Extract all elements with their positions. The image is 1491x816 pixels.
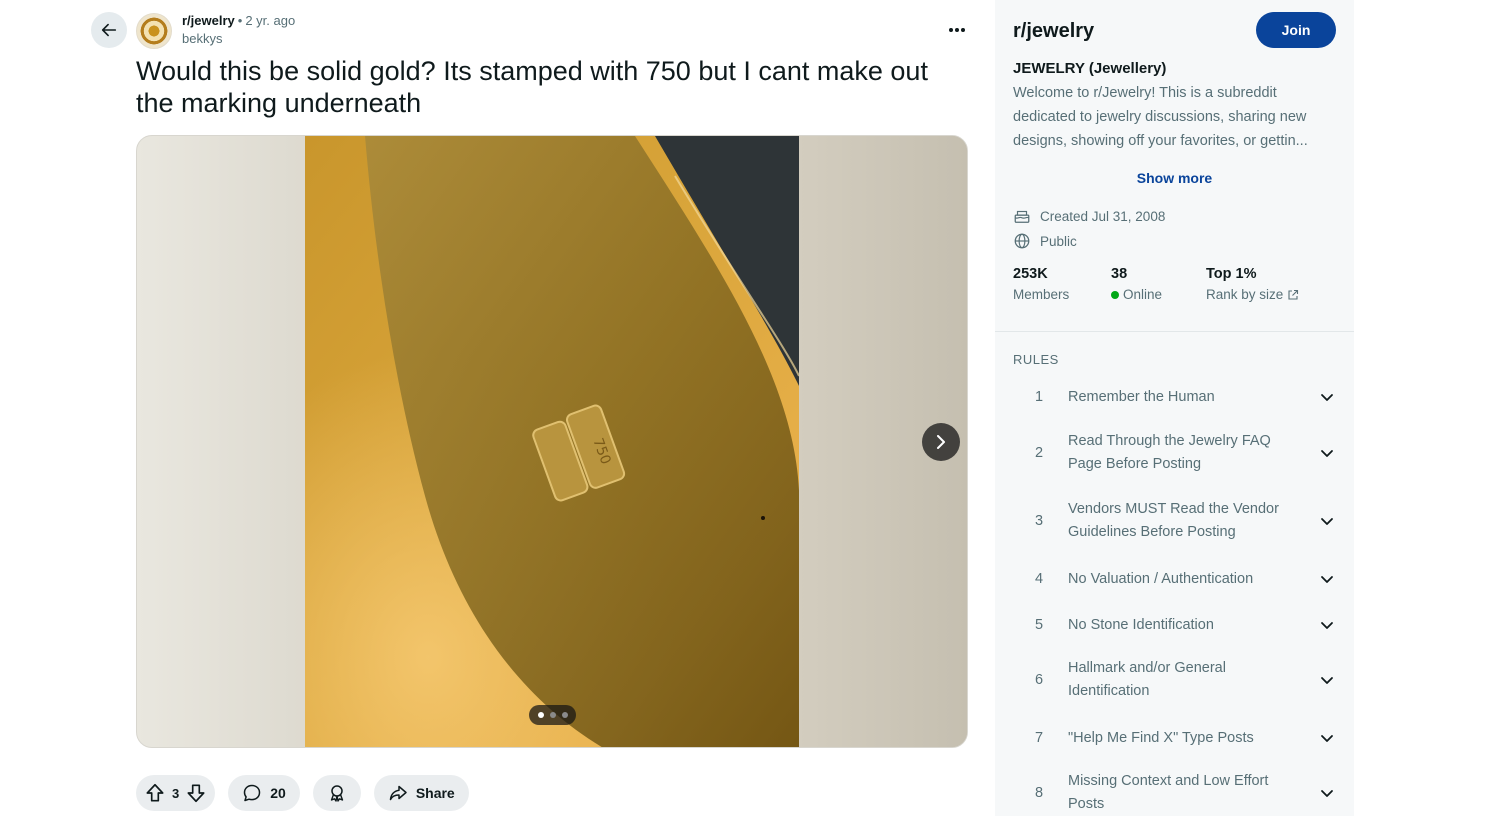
chevron-down-icon[interactable] [1317, 387, 1337, 407]
stat-online: 38 Online [1111, 265, 1206, 302]
more-options-button[interactable] [940, 16, 974, 44]
post-page: r/jewelry • 2 yr. ago bekkys Would this be… [0, 0, 1491, 816]
online-status-dot [1111, 290, 1119, 299]
gallery-dot[interactable] [561, 712, 568, 718]
more-horizontal-icon [949, 28, 965, 32]
subreddit-link[interactable]: r/jewelry [182, 13, 235, 28]
post-age: 2 yr. ago [245, 13, 296, 28]
rule-title: Read Through the Jewelry FAQ Page Before… [1068, 433, 1271, 472]
subreddit-avatar[interactable] [136, 13, 172, 49]
cake-icon [1014, 210, 1030, 223]
rules-heading: RULES [1013, 352, 1059, 367]
created-row: Created Jul 31, 2008 [1013, 207, 1165, 225]
chevron-down-icon[interactable] [1317, 569, 1337, 589]
show-more-button[interactable]: Show more [995, 170, 1354, 186]
chevron-right-icon [937, 435, 945, 449]
gallery-pagination-dots [529, 705, 576, 725]
created-date: Created Jul 31, 2008 [1040, 208, 1166, 224]
share-icon [389, 785, 407, 801]
post-action-bar: 3 20 Share [136, 775, 469, 811]
online-label-row: Online [1111, 287, 1206, 302]
stat-rank[interactable]: Top 1% Rank by size [1206, 265, 1299, 302]
members-label: Members [1013, 287, 1070, 302]
back-button[interactable] [91, 12, 127, 48]
sidebar-description: Welcome to r/Jewelry! This is a subreddi… [1013, 85, 1308, 149]
rank-value: Top 1% [1206, 266, 1257, 282]
chevron-down-icon[interactable] [1317, 670, 1337, 690]
gallery-dot-active[interactable] [537, 712, 544, 718]
community-sidebar: r/jewelry Join JEWELRY (Jewellery) Welco… [995, 0, 1354, 816]
globe-icon [1014, 233, 1030, 249]
rule-number: 5 [1035, 617, 1044, 633]
arrow-left-icon [101, 23, 117, 37]
rule-item[interactable]: 3 Vendors MUST Read the Vendor Guidelines… [1013, 498, 1337, 544]
external-link-icon [1288, 289, 1299, 300]
comments-button[interactable]: 20 [228, 775, 300, 811]
share-button[interactable]: Share [373, 775, 469, 811]
author-link[interactable]: bekkys [182, 31, 295, 47]
stat-members: 253K Members [1013, 265, 1111, 302]
rule-item[interactable]: 6 Hallmark and/or General Identification [1013, 657, 1337, 703]
rule-number: 8 [1035, 785, 1044, 801]
vote-count: 3 [172, 785, 180, 801]
rule-title: Remember the Human [1068, 388, 1215, 405]
award-button[interactable] [312, 775, 361, 811]
rank-label-row: Rank by size [1206, 287, 1299, 302]
chevron-down-icon[interactable] [1317, 443, 1337, 463]
comment-icon [243, 784, 261, 802]
rule-title: No Valuation / Authentication [1068, 570, 1254, 587]
sidebar-divider [995, 331, 1354, 332]
image-gallery[interactable]: 750 [136, 135, 968, 748]
rule-number: 7 [1035, 730, 1044, 746]
rank-label: Rank by size [1206, 287, 1284, 302]
visibility-row: Public [1013, 232, 1077, 250]
downvote-icon[interactable] [185, 782, 207, 804]
meta-separator: • [237, 13, 243, 28]
rule-title: Hallmark and/or General Identification [1068, 660, 1226, 699]
gallery-image[interactable]: 750 [305, 136, 799, 747]
post-meta: r/jewelry • 2 yr. ago bekkys [182, 13, 295, 47]
next-image-button[interactable] [922, 423, 960, 461]
rule-title: Missing Context and Low Effort Posts [1068, 773, 1269, 812]
rule-item[interactable]: 7 "Help Me Find X" Type Posts [1013, 725, 1337, 751]
sidebar-heading: JEWELRY (Jewellery) [1013, 60, 1167, 77]
gallery-dot[interactable] [549, 712, 556, 718]
rule-item[interactable]: 2 Read Through the Jewelry FAQ Page Befor… [1013, 430, 1337, 476]
gold-ring-photo: 750 [305, 136, 799, 747]
upvote-icon[interactable] [144, 782, 166, 804]
share-label: Share [415, 785, 455, 801]
chevron-down-icon[interactable] [1317, 728, 1337, 748]
rule-number: 6 [1035, 672, 1044, 688]
chevron-down-icon[interactable] [1317, 783, 1337, 803]
rule-item[interactable]: 1 Remember the Human [1013, 384, 1337, 410]
rule-number: 1 [1035, 389, 1044, 405]
rule-title: "Help Me Find X" Type Posts [1068, 729, 1254, 746]
join-button[interactable]: Join [1256, 12, 1336, 48]
visibility-label: Public [1040, 233, 1077, 249]
online-label: Online [1123, 287, 1163, 302]
online-count: 38 [1111, 266, 1128, 282]
community-stats: 253K Members 38 Online Top 1% Rank by si… [1013, 265, 1299, 302]
rule-item[interactable]: 4 No Valuation / Authentication [1013, 566, 1337, 592]
vote-control: 3 [136, 775, 216, 811]
chevron-down-icon[interactable] [1317, 615, 1337, 635]
rule-title: Vendors MUST Read the Vendor Guidelines … [1068, 501, 1279, 540]
rule-number: 3 [1035, 513, 1044, 529]
rule-title: No Stone Identification [1068, 616, 1214, 633]
post-title: Would this be solid gold? Its stamped wi… [136, 56, 928, 118]
rule-number: 4 [1035, 571, 1044, 587]
award-icon [330, 785, 344, 802]
sidebar-community-name[interactable]: r/jewelry [1013, 20, 1094, 43]
rule-item[interactable]: 8 Missing Context and Low Effort Posts [1013, 770, 1337, 816]
comment-count: 20 [270, 785, 286, 801]
rule-item[interactable]: 5 No Stone Identification [1013, 612, 1337, 638]
chevron-down-icon[interactable] [1317, 511, 1337, 531]
members-count: 253K [1013, 266, 1048, 282]
rule-number: 2 [1035, 445, 1044, 461]
